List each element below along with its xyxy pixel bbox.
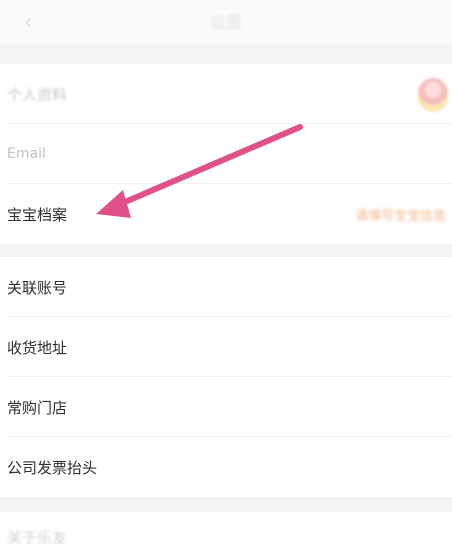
about-section	[0, 512, 452, 544]
linked-accounts-label: 关联账号	[7, 278, 68, 297]
back-button[interactable]: ‹	[14, 8, 42, 36]
settings-screen: ‹ 设置 个人资料 Email 宝宝档案 请填写宝宝信息 关联账号 收货地址 常…	[0, 0, 452, 544]
email-label: Email	[7, 146, 46, 162]
company-invoice-title-row[interactable]: 公司发票抬头	[0, 437, 452, 497]
baby-profile-label: 宝宝档案	[7, 205, 68, 224]
baby-profile-hint: 请填写宝宝信息	[354, 208, 446, 224]
nav-bar: ‹ 设置	[0, 0, 452, 44]
personal-info-label: 个人资料	[7, 85, 68, 104]
profile-section: 个人资料 Email 宝宝档案 请填写宝宝信息	[0, 64, 452, 244]
email-row[interactable]: Email	[0, 124, 452, 184]
about-label[interactable]: 关于乐友	[7, 527, 67, 544]
page-title: 设置	[209, 13, 242, 32]
shipping-address-label: 收货地址	[7, 338, 68, 357]
avatar[interactable]	[418, 78, 448, 112]
baby-profile-row[interactable]: 宝宝档案 请填写宝宝信息	[0, 184, 452, 244]
linked-accounts-row[interactable]: 关联账号	[0, 257, 452, 317]
chevron-left-icon: ‹	[23, 9, 33, 35]
frequent-store-label: 常购门店	[7, 398, 68, 417]
company-invoice-title-label: 公司发票抬头	[7, 458, 98, 477]
account-settings-section: 关联账号 收货地址 常购门店 公司发票抬头	[0, 257, 452, 497]
personal-info-row[interactable]: 个人资料	[0, 64, 452, 124]
shipping-address-row[interactable]: 收货地址	[0, 317, 452, 377]
frequent-store-row[interactable]: 常购门店	[0, 377, 452, 437]
